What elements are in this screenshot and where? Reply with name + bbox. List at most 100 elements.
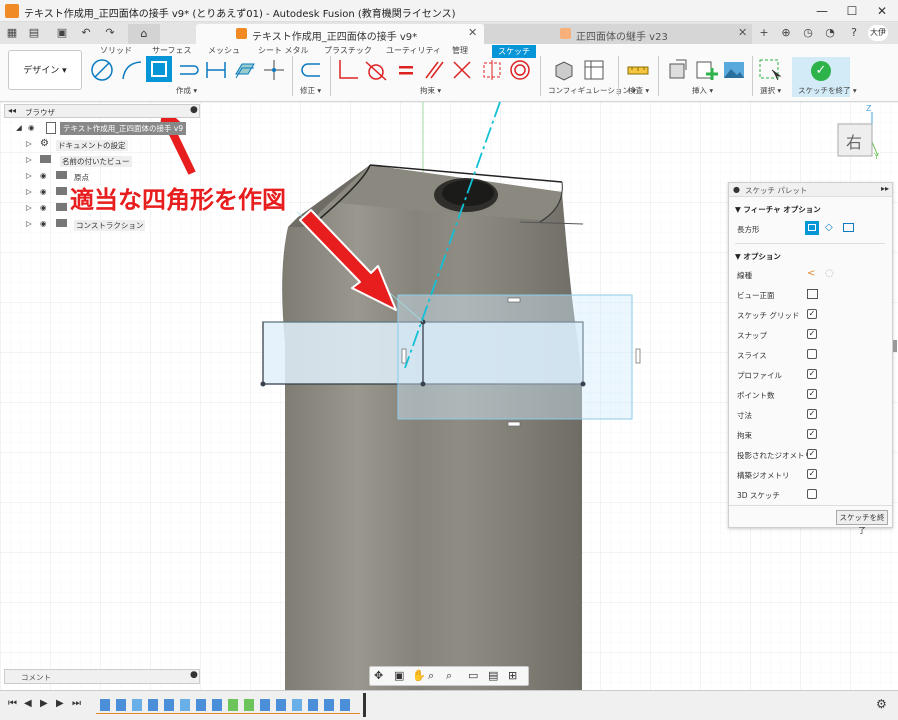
visibility-eye-icon[interactable]: ◉ [40,219,47,228]
insert-mesh-icon[interactable] [694,58,718,82]
expand-icon[interactable]: ▷ [26,219,32,228]
insert-group-label[interactable]: 挿入 ▾ [692,85,713,96]
measure-icon[interactable] [626,58,650,82]
redo-icon[interactable]: ↷ [102,25,118,41]
center-rectangle-icon[interactable] [843,223,854,232]
checkbox[interactable]: ✓ [807,449,817,459]
pan-icon[interactable]: ✋ [412,669,426,682]
checkbox[interactable]: ✓ [807,429,817,439]
construction-icon[interactable]: < [807,268,815,279]
fillet-tool-icon[interactable] [298,58,322,82]
palette-header[interactable]: ● スケッチ パレット ▸▸ [729,183,892,197]
visibility-eye-icon[interactable]: ◉ [40,187,47,196]
visibility-eye-icon[interactable]: ◉ [28,123,35,132]
play-icon[interactable]: ▶ [40,698,48,709]
finish-sketch-button[interactable]: スケッチを終了 [836,510,888,535]
timeline-features[interactable] [96,696,366,716]
offset-plane-icon[interactable] [232,58,256,82]
timeline-marker[interactable] [363,693,366,717]
job-status-icon[interactable]: ◔ [822,25,838,41]
visibility-eye-icon[interactable]: ◉ [40,171,47,180]
file-menu-icon[interactable]: ▤ [26,25,42,41]
go-to-end-icon[interactable]: ⏭ [72,698,81,709]
equal-constraint-icon[interactable] [394,58,418,82]
expand-icon[interactable]: ◢ [16,123,22,132]
checkbox[interactable]: ✓ [807,329,817,339]
modify-group-label[interactable]: 修正 ▾ [300,85,321,96]
three-point-rectangle-icon[interactable]: ◇ [825,222,833,233]
user-avatar[interactable]: 大伊 [868,25,888,41]
expand-icon[interactable]: ▷ [26,171,32,180]
expand-icon[interactable]: ▷ [26,187,32,196]
extensions-icon[interactable]: ⊕ [778,25,794,41]
configure-icon[interactable] [552,58,576,82]
tangent-constraint-icon[interactable] [364,58,388,82]
tab-mesh[interactable]: メッシュ [208,45,240,56]
document-tab-active[interactable]: テキスト作成用_正四面体の接手 v9* ✕ [196,24,484,44]
tab-plastic[interactable]: プラスチック [324,45,372,56]
line-tool-icon[interactable] [90,58,114,82]
go-to-start-icon[interactable]: ⏮ [8,698,17,709]
config-table-icon[interactable] [582,58,606,82]
tab-close-icon[interactable]: ✕ [738,26,747,39]
symmetry-constraint-icon[interactable] [480,58,504,82]
tab-sketch[interactable]: スケッチ [492,45,536,58]
help-icon[interactable]: ? [846,25,862,41]
parallel-constraint-icon[interactable] [422,58,446,82]
tab-utilities[interactable]: ユーティリティ [386,45,441,56]
slot-tool-icon[interactable] [176,58,200,82]
tab-manage[interactable]: 管理 [452,45,468,56]
view-cube-face-label[interactable]: 右 [846,129,862,153]
checkbox[interactable]: ✓ [807,309,817,319]
minimize-button[interactable]: — [808,2,836,20]
collapse-icon[interactable]: ◂◂ [8,106,16,115]
inspect-group-label[interactable]: 検査 ▾ [628,85,649,96]
checkbox[interactable]: ✓ [807,409,817,419]
checkbox[interactable]: ✓ [807,389,817,399]
concentric-constraint-icon[interactable] [508,58,532,82]
tab-sheet-metal[interactable]: シート メタル [258,45,309,56]
close-button[interactable]: ✕ [868,2,896,20]
display-settings-icon[interactable]: ▭ [468,669,478,682]
look-at-icon[interactable] [807,289,818,299]
two-point-rectangle-icon[interactable] [805,221,819,235]
home-icon[interactable]: ⌂ [128,24,160,44]
insert-image-icon[interactable] [722,58,746,82]
expand-icon[interactable]: ▷ [26,203,32,212]
browser-pin-icon[interactable]: ● [190,105,198,115]
rectangle-tool-icon[interactable] [146,56,172,82]
timeline-settings-gear-icon[interactable]: ⚙ [876,697,887,711]
maximize-button[interactable]: ☐ [838,2,866,20]
grid-settings-icon[interactable]: ▤ [488,669,498,682]
panel-resize-handle[interactable] [893,340,897,352]
comments-panel[interactable]: コメント ● [4,669,200,684]
checkbox[interactable] [807,489,817,499]
notifications-icon[interactable]: ◷ [800,25,816,41]
tab-solid[interactable]: ソリッド [100,45,132,56]
feature-options-header[interactable]: ▼ フィーチャ オプション [735,204,821,215]
app-grid-icon[interactable]: ▦ [4,25,20,41]
document-tab[interactable]: 正四面体の継手 v23 ✕ [484,24,752,44]
point-tool-icon[interactable] [262,58,286,82]
palette-expand-icon[interactable]: ▸▸ [881,184,889,193]
dimension-tool-icon[interactable] [204,58,228,82]
insert-derive-icon[interactable] [666,58,690,82]
tab-close-icon[interactable]: ✕ [468,26,477,39]
centerline-icon[interactable]: ◌ [825,268,834,279]
create-group-label[interactable]: 作成 ▾ [176,85,197,96]
finish-group-label[interactable]: スケッチを終了 ▾ [798,85,857,96]
browser-header[interactable]: ◂◂ ブラウザ ● [4,104,200,118]
orbit-icon[interactable]: ✥ [374,669,383,682]
step-forward-icon[interactable]: ▶ [56,698,64,709]
constraints-group-label[interactable]: 拘束 ▾ [420,85,441,96]
step-back-icon[interactable]: ◀ [24,698,32,709]
new-tab-icon[interactable]: + [756,25,772,41]
palette-pin-icon[interactable]: ● [733,185,740,194]
configure-group-label[interactable]: コンフィギュレーション ▾ [548,85,636,96]
checkbox[interactable] [807,349,817,359]
perpendicular-constraint-icon[interactable] [450,58,474,82]
tab-surface[interactable]: サーフェス [152,45,192,56]
select-icon[interactable] [758,58,782,82]
zoom-window-icon[interactable]: ⌕ [446,669,452,683]
expand-icon[interactable]: ▷ [26,155,32,164]
